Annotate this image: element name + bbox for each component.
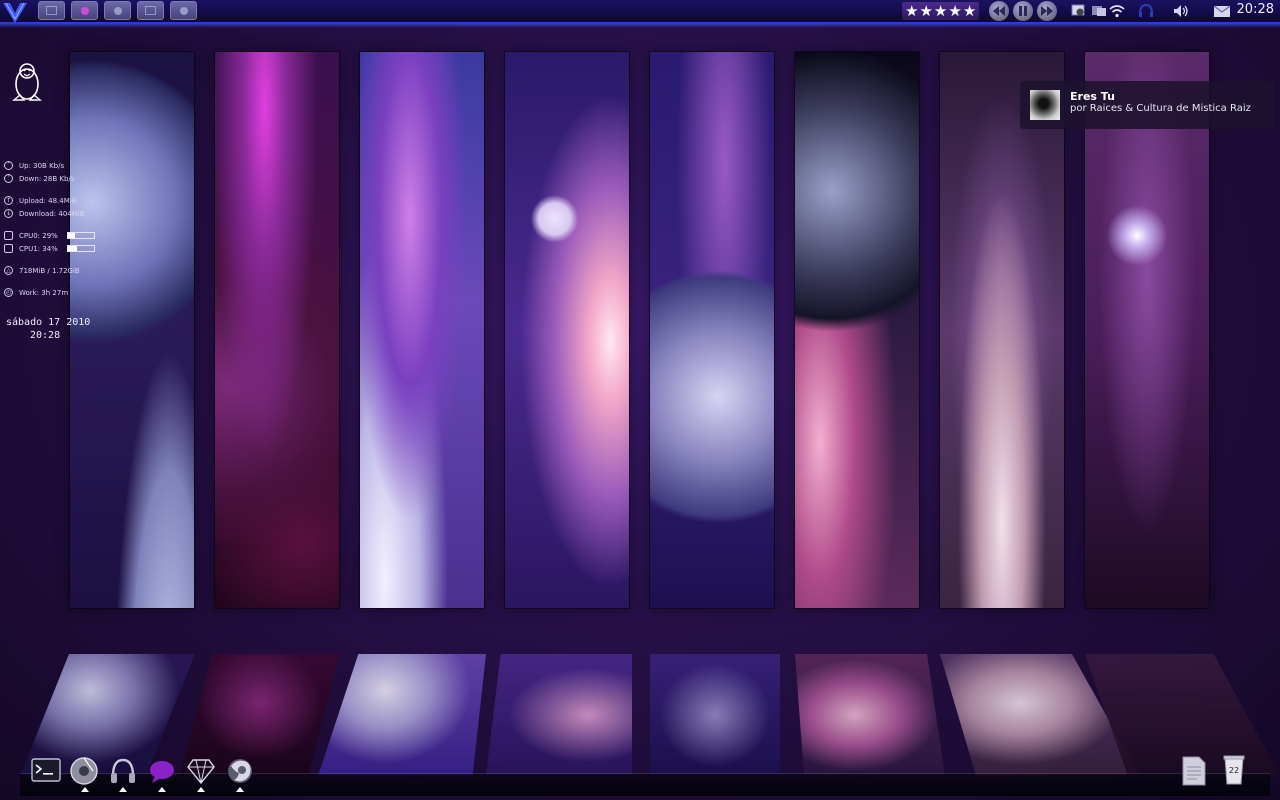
running-indicator bbox=[197, 787, 205, 792]
now-playing-notification[interactable]: Eres Tu por Raices & Cultura de Mistica … bbox=[1020, 81, 1274, 129]
net-up-label: Up: 30B Kb/s bbox=[19, 161, 65, 170]
terminal-icon[interactable] bbox=[30, 755, 62, 787]
net-up-row: ˄ Up: 30B Kb/s bbox=[4, 161, 64, 170]
disk-utility-icon[interactable] bbox=[68, 755, 100, 787]
wallpaper-panel-magenta bbox=[215, 52, 339, 608]
settings-button[interactable] bbox=[104, 1, 131, 20]
wallpaper-panel-horizon bbox=[940, 52, 1064, 608]
trash-icon[interactable]: 22 bbox=[1218, 752, 1250, 785]
previous-icon[interactable] bbox=[989, 1, 1009, 21]
wallpaper-reflection bbox=[486, 654, 632, 776]
wifi-icon[interactable] bbox=[1108, 2, 1126, 20]
tux-penguin-icon bbox=[12, 63, 42, 101]
running-indicator bbox=[119, 787, 127, 792]
mail-icon[interactable] bbox=[1212, 2, 1232, 20]
chat-icon[interactable] bbox=[146, 755, 178, 787]
net-down-label: Down: 28B Kb/s bbox=[19, 174, 75, 183]
wallpaper-reflection bbox=[650, 654, 780, 776]
download-total-row: ↓ Download: 404MiB bbox=[4, 209, 85, 218]
cpu1-row: CPU1: 34% bbox=[4, 244, 95, 253]
wallpaper-panel-star bbox=[1085, 52, 1209, 608]
download-icon: ↓ bbox=[4, 209, 13, 218]
document-icon[interactable] bbox=[1178, 755, 1210, 787]
star-icon[interactable]: ★ bbox=[905, 3, 918, 19]
desktop-time: 20:28 bbox=[30, 330, 61, 341]
star-icon[interactable]: ★ bbox=[963, 3, 976, 19]
cpu1-label: CPU1: 34% bbox=[19, 244, 58, 253]
song-rating[interactable]: ★ ★ ★ ★ ★ bbox=[902, 2, 980, 20]
wallpaper-panel-earth bbox=[650, 52, 774, 608]
cpu-icon bbox=[4, 231, 13, 240]
song-title: Eres Tu bbox=[1070, 90, 1115, 103]
arrow-up-icon: ˄ bbox=[4, 161, 13, 170]
arrow-down-icon: ˅ bbox=[4, 174, 13, 183]
memory-row: △ 718MiB / 1.72GiB bbox=[4, 266, 80, 275]
wallpaper-panel-dark-planet bbox=[795, 52, 919, 608]
cpu-icon bbox=[4, 244, 13, 253]
cpu0-bar bbox=[66, 232, 95, 239]
upload-total-label: Upload: 48.4MiB bbox=[19, 196, 77, 205]
star-icon[interactable]: ★ bbox=[919, 3, 932, 19]
song-artist: por Raices & Cultura de Mistica Raiz bbox=[1070, 103, 1251, 114]
star-icon[interactable]: ★ bbox=[934, 3, 947, 19]
work-time-label: Work: 3h 27m bbox=[19, 288, 69, 297]
firefox-icon[interactable] bbox=[224, 755, 256, 787]
media-player-button[interactable] bbox=[71, 1, 98, 20]
wallpaper-reflection bbox=[318, 654, 486, 776]
network-settings-icon[interactable] bbox=[1070, 2, 1088, 20]
clock-icon: ◴ bbox=[4, 288, 13, 297]
cpu0-row: CPU0: 29% bbox=[4, 231, 95, 240]
headset-icon[interactable] bbox=[1136, 2, 1156, 20]
wallpaper-reflection bbox=[795, 654, 945, 776]
next-icon[interactable] bbox=[1037, 1, 1057, 21]
net-down-row: ˅ Down: 28B Kb/s bbox=[4, 174, 74, 183]
home-button[interactable] bbox=[38, 1, 65, 20]
work-time-row: ◴ Work: 3h 27m bbox=[4, 288, 68, 297]
running-indicator bbox=[236, 787, 244, 792]
memory-label: 718MiB / 1.72GiB bbox=[19, 266, 80, 275]
desktop-date: sábado 17 2010 bbox=[6, 317, 91, 328]
star-icon[interactable]: ★ bbox=[948, 3, 961, 19]
upload-icon: ↑ bbox=[4, 196, 13, 205]
window-button[interactable] bbox=[137, 1, 164, 20]
wallpaper-panel-sunrise bbox=[505, 52, 629, 608]
running-indicator bbox=[158, 787, 166, 792]
download-total-label: Download: 404MiB bbox=[19, 209, 85, 218]
trash-count-badge: 22 bbox=[1229, 766, 1239, 775]
panel-clock[interactable]: 20:28 bbox=[1237, 2, 1274, 17]
app-menu-logo-icon[interactable] bbox=[2, 2, 28, 24]
quick-launch bbox=[38, 1, 197, 20]
display-icon[interactable] bbox=[1090, 2, 1108, 20]
wallpaper-panel-nebula bbox=[360, 52, 484, 608]
music-player-icon[interactable] bbox=[107, 755, 139, 787]
running-indicator bbox=[81, 787, 89, 792]
trash-button[interactable] bbox=[170, 1, 197, 20]
cpu0-label: CPU0: 29% bbox=[19, 231, 58, 240]
ruby-gem-icon[interactable] bbox=[185, 755, 217, 787]
top-panel: ★ ★ ★ ★ ★ 20:28 bbox=[0, 0, 1280, 28]
volume-icon[interactable] bbox=[1172, 2, 1192, 20]
upload-total-row: ↑ Upload: 48.4MiB bbox=[4, 196, 76, 205]
pause-icon[interactable] bbox=[1013, 1, 1033, 21]
album-art bbox=[1030, 90, 1060, 120]
cpu1-bar bbox=[66, 245, 95, 252]
wallpaper-panel-planet bbox=[70, 52, 194, 608]
memory-icon: △ bbox=[4, 266, 13, 275]
